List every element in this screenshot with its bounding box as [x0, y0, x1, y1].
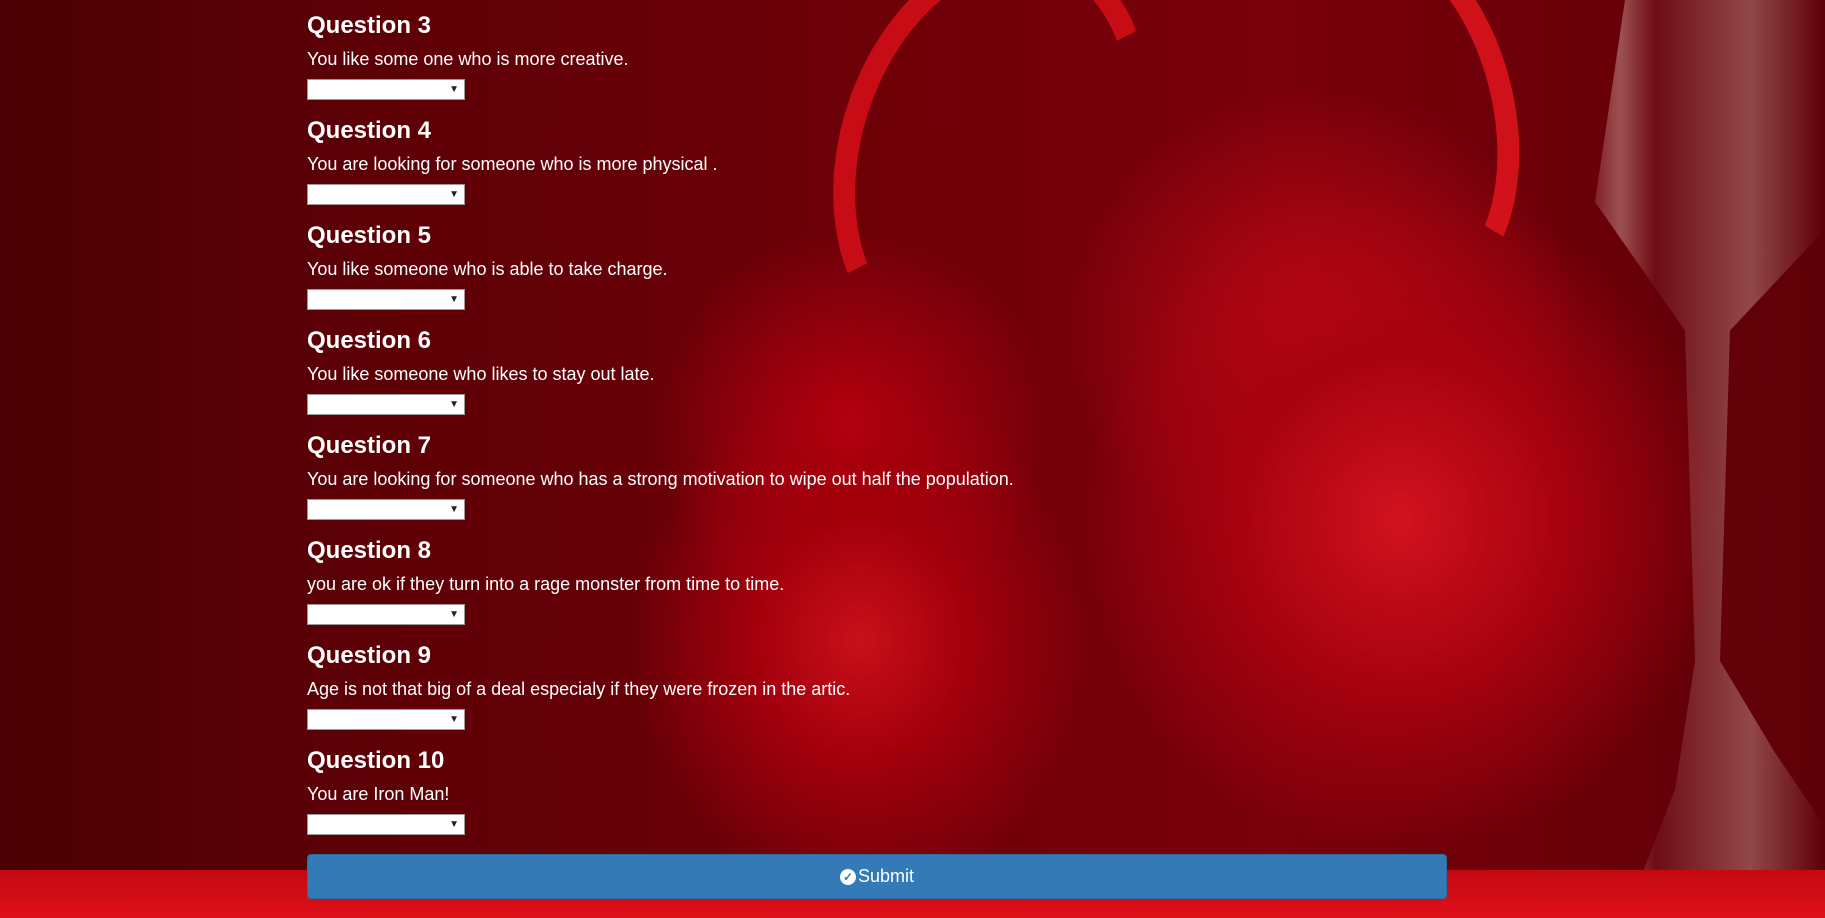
answer-select[interactable]: ▼ [307, 289, 465, 310]
answer-select[interactable]: ▼ [307, 79, 465, 100]
triangle-down-icon: ▼ [449, 84, 459, 95]
triangle-down-icon: ▼ [449, 714, 459, 725]
question-block: Question 7 You are looking for someone w… [307, 420, 1447, 525]
question-title: Question 9 [307, 642, 432, 669]
question-text: You like some one who is more creative. [307, 49, 629, 69]
answer-select[interactable]: ▼ [307, 184, 465, 205]
triangle-down-icon: ▼ [449, 609, 459, 620]
background-wine-glass [1595, 0, 1825, 918]
question-text: Age is not that big of a deal especialy … [307, 679, 851, 699]
question-block: Question 8 you are ok if they turn into … [307, 525, 1447, 630]
question-text: You are looking for someone who is more … [307, 154, 718, 174]
question-title: Question 7 [307, 432, 432, 459]
triangle-down-icon: ▼ [449, 294, 459, 305]
triangle-down-icon: ▼ [449, 399, 459, 410]
question-text: You like someone who likes to stay out l… [307, 364, 655, 384]
question-title: Question 5 [307, 222, 432, 249]
answer-select[interactable]: ▼ [307, 394, 465, 415]
submit-label: Submit [857, 866, 915, 886]
question-title: Question 10 [307, 747, 445, 774]
submit-button[interactable]: ✓ Submit [307, 854, 1447, 899]
question-text: You are Iron Man! [307, 784, 450, 804]
triangle-down-icon: ▼ [449, 504, 459, 515]
question-block: Question 9 Age is not that big of a deal… [307, 630, 1447, 735]
survey-form: Question 3 You like some one who is more… [307, 0, 1447, 840]
question-title: Question 4 [307, 117, 432, 144]
answer-select[interactable]: ▼ [307, 814, 465, 835]
question-text: You are looking for someone who has a st… [307, 469, 1014, 489]
question-block: Question 5 You like someone who is able … [307, 210, 1447, 315]
triangle-down-icon: ▼ [449, 189, 459, 200]
question-title: Question 6 [307, 327, 432, 354]
question-block: Question 10 You are Iron Man! ▼ [307, 735, 1447, 840]
check-circle-icon: ✓ [839, 868, 856, 885]
triangle-down-icon: ▼ [449, 819, 459, 830]
answer-select[interactable]: ▼ [307, 604, 465, 625]
question-title: Question 8 [307, 537, 432, 564]
question-title: Question 3 [307, 12, 432, 39]
question-block: Question 3 You like some one who is more… [307, 0, 1447, 105]
question-text: you are ok if they turn into a rage mons… [307, 574, 785, 594]
question-block: Question 6 You like someone who likes to… [307, 315, 1447, 420]
question-block: Question 4 You are looking for someone w… [307, 105, 1447, 210]
answer-select[interactable]: ▼ [307, 499, 465, 520]
question-text: You like someone who is able to take cha… [307, 259, 668, 279]
answer-select[interactable]: ▼ [307, 709, 465, 730]
